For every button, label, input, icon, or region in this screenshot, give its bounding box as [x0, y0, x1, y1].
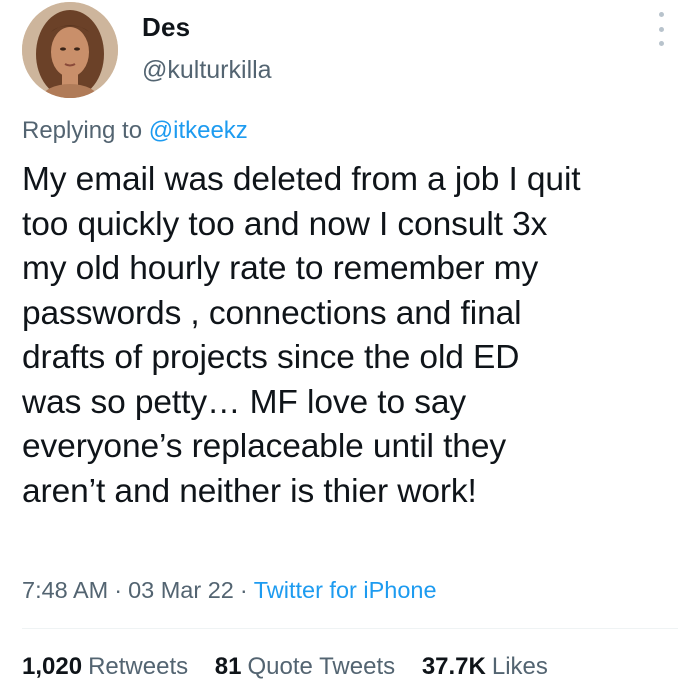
avatar-photo: [22, 2, 118, 98]
meta-separator: ·: [114, 577, 123, 603]
retweets-stat[interactable]: 1,020 Retweets: [22, 653, 188, 680]
tweet-time[interactable]: 7:48 AM: [22, 577, 108, 603]
tweet-text: My email was deleted from a job I quit t…: [22, 161, 581, 510]
likes-label: Likes: [491, 653, 548, 680]
tweet-source[interactable]: Twitter for iPhone: [254, 577, 437, 603]
meta-separator: ·: [239, 577, 248, 603]
retweets-count: 1,020: [22, 653, 83, 680]
quote-tweets-label: Quote Tweets: [247, 653, 396, 680]
likes-stat[interactable]: 37.7K Likes: [422, 653, 548, 680]
tweet-date[interactable]: 03 Mar 22: [128, 577, 234, 603]
replying-to-label: Replying to: [22, 117, 143, 144]
likes-count: 37.7K: [421, 653, 486, 680]
divider: [22, 628, 678, 629]
tweet: Des @kulturkilla Replying to @itkeekz My…: [0, 0, 700, 695]
avatar[interactable]: [22, 2, 118, 98]
user-handle[interactable]: @kulturkilla: [142, 56, 272, 85]
display-name[interactable]: Des: [142, 12, 190, 43]
more-vertical-icon[interactable]: [650, 12, 672, 46]
tweet-stats: 1,020 Retweets 81 Quote Tweets 37.7K Likes: [22, 653, 568, 681]
reply-target-handle[interactable]: @itkeekz: [149, 117, 248, 144]
retweets-label: Retweets: [88, 653, 189, 680]
quote-tweets-stat[interactable]: 81 Quote Tweets: [215, 653, 395, 680]
replying-to: Replying to @itkeekz: [22, 117, 248, 145]
tweet-meta: 7:48 AM · 03 Mar 22 · Twitter for iPhone: [22, 577, 437, 604]
quote-tweets-count: 81: [214, 653, 242, 680]
